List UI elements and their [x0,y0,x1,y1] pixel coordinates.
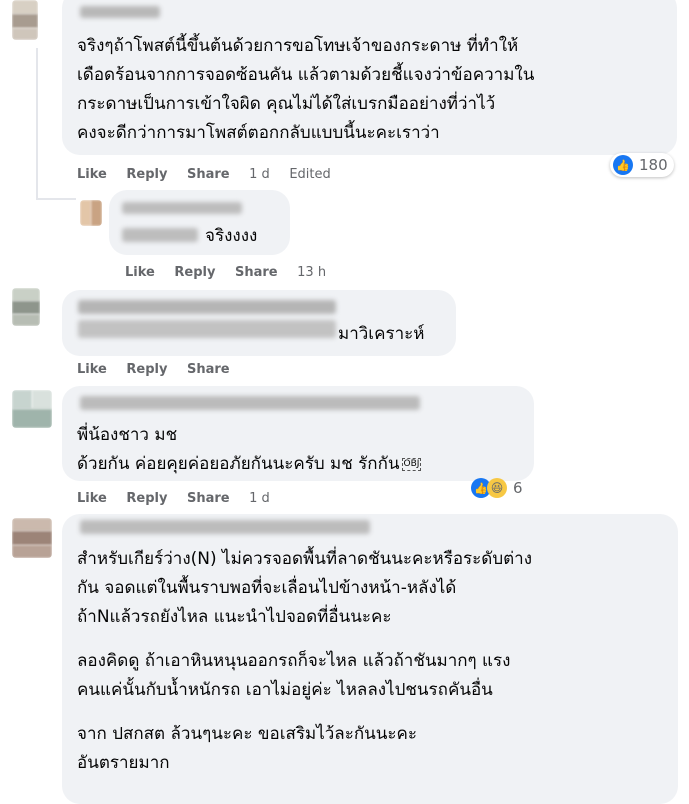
comment-line: ด้วยกัน ค่อยคุยค่อยอภัยกันนะครับ มช รักก… [77,450,422,479]
reply-button[interactable]: Reply [126,167,167,182]
avatar[interactable] [12,288,40,326]
author-name-blurred[interactable] [78,300,336,314]
comment-actions: Like Reply Share 1 d Edited [77,167,346,182]
reply-button[interactable]: Reply [174,265,215,280]
comment-line: จริงๆถ้าโพสต์นี้ขึ้นต้นด้วยการขอโทษเจ้าข… [77,36,519,56]
comment-text: จริงงงง [205,226,258,246]
comment-line: คงจะดีกว่าการมาโพสต์ตอกกลับแบบนี้นะคะเรา… [77,123,440,143]
reaction-count: 6 [513,479,523,497]
comment-text: พี่น้องชาว มช ด้วยกัน ค่อยคุยค่อยอภัยกัน… [77,421,422,479]
comment-actions: Like Reply Share 1 d [77,491,285,506]
author-name-blurred[interactable] [80,6,160,18]
reaction-count: 180 [639,156,668,174]
object-replacement-glyph: OBJ [401,457,422,471]
reaction-count-badge[interactable]: 👍 😆 6 [468,476,529,500]
like-button[interactable]: Like [125,265,155,280]
comment-line: จาก ปสกสต ล้วนๆนะคะ ขอเสริมไว้ละกันนะคะ [77,724,418,744]
share-button[interactable]: Share [187,362,230,377]
like-button[interactable]: Like [77,362,107,377]
author-name-blurred[interactable] [122,228,198,242]
reaction-count-badge[interactable]: 👍 180 [610,153,674,177]
comment-paragraph: สำหรับเกียร์ว่าง(N) ไม่ควรจอดพื้นที่ลาดช… [77,545,532,632]
comment-actions: Like Reply Share 13 h [125,265,341,280]
comment-line: พี่น้องชาว มช [77,425,178,445]
comment-text: สำหรับเกียร์ว่าง(N) ไม่ควรจอดพื้นที่ลาดช… [77,545,532,778]
edited-label[interactable]: Edited [289,167,330,182]
comment-text: มาวิเคราะห์ [338,324,425,344]
share-button[interactable]: Share [235,265,278,280]
like-button[interactable]: Like [77,491,107,506]
avatar[interactable] [12,0,38,40]
comment-actions: Like Reply Share [77,362,245,377]
comment-line-text: ด้วยกัน ค่อยคุยค่อยอภัยกันนะครับ มช รักก… [77,454,400,474]
avatar[interactable] [80,200,102,226]
reply-button[interactable]: Reply [126,362,167,377]
timestamp[interactable]: 13 h [297,265,326,280]
author-name-blurred[interactable] [80,396,420,410]
comment-line: คนแค่นั้นกับน้ำหนักรถ เอาไม่อยู่ค่ะ ไหลล… [77,680,493,700]
comment-paragraph: ลองคิดดู ถ้าเอาหินหนุนออกรถก็จะไหล แล้วถ… [77,647,532,705]
comment-line: เดือดร้อนจากการจอดซ้อนคัน แล้วตามด้วยชี้… [77,65,535,85]
comment-line: สำหรับเกียร์ว่าง(N) ไม่ควรจอดพื้นที่ลาดช… [77,549,533,569]
comment-text: จริงๆถ้าโพสต์นี้ขึ้นต้นด้วยการขอโทษเจ้าข… [77,32,534,148]
thread-line [36,48,38,200]
comment-line: ลองคิดดู ถ้าเอาหินหนุนออกรถก็จะไหล แล้วถ… [77,651,511,671]
author-name-blurred[interactable] [122,202,242,214]
comment-line: อันตรายมาก [77,753,170,773]
comment-line: กระดาษเป็นการเข้าใจผิด คุณไม่ได้ใส่เบรกม… [77,94,496,114]
share-button[interactable]: Share [187,491,230,506]
haha-reaction-icon: 😆 [487,478,507,498]
like-button[interactable]: Like [77,167,107,182]
comment-bubble [109,190,290,255]
author-name-blurred[interactable] [80,520,370,534]
thread-line [36,198,76,200]
avatar[interactable] [12,518,52,558]
like-reaction-icon: 👍 [613,155,633,175]
author-name-blurred[interactable] [78,320,336,338]
comment-line: ถ้าNแล้วรถยังไหล แนะนำไปจอดที่อื่นนะคะ [77,607,392,627]
reply-button[interactable]: Reply [126,491,167,506]
comment-line: กัน จอดแต่ในพื้นราบพอที่จะเลื่อนไปข้างหน… [77,578,457,598]
comment-paragraph: จาก ปสกสต ล้วนๆนะคะ ขอเสริมไว้ละกันนะคะ … [77,720,532,778]
avatar[interactable] [12,390,52,428]
timestamp[interactable]: 1 d [249,491,270,506]
timestamp[interactable]: 1 d [249,167,270,182]
share-button[interactable]: Share [187,167,230,182]
